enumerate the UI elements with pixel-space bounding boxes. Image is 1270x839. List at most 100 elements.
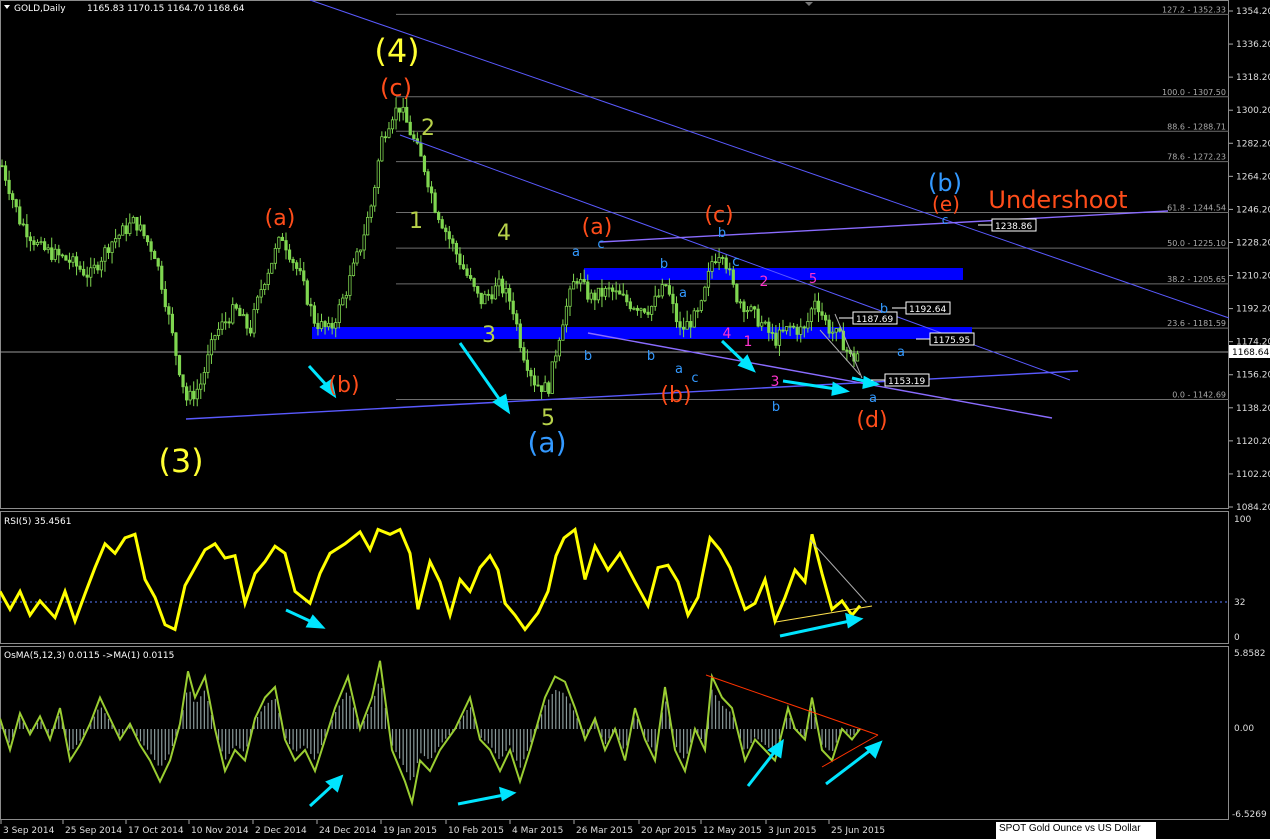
candle-body — [348, 275, 352, 296]
candle-body — [32, 240, 36, 245]
candle-body — [653, 295, 657, 307]
candle-body — [600, 287, 604, 297]
wave-label: 2 — [760, 274, 769, 290]
candle-body — [490, 294, 494, 300]
osma-arrow-2 — [457, 793, 505, 806]
candle-body — [781, 329, 785, 332]
fib-level-label: 50.0 - 1225.10 — [1167, 239, 1226, 248]
rsi-trendline — [809, 539, 867, 603]
candle-body — [355, 251, 359, 264]
candle-body — [685, 321, 689, 330]
candle-body — [60, 254, 64, 257]
candle-body — [167, 306, 171, 315]
candle-body — [170, 313, 174, 334]
candle-body — [532, 375, 537, 386]
osma-line — [0, 660, 861, 807]
price-tag-label: 1153.19 — [888, 377, 925, 387]
candle-body — [586, 281, 590, 300]
price-tick-label: 1318.20 — [1236, 73, 1270, 83]
time-axis: 3 Sep 2014 25 Sep 2014 17 Oct 2014 10 Nov 2… — [0, 820, 885, 836]
candle-body — [614, 290, 618, 293]
candle-body — [245, 314, 249, 329]
candle-body — [788, 325, 792, 328]
time-tick-label: 25 Sep 2014 — [65, 826, 122, 836]
osma-arrow-3 — [746, 749, 778, 787]
candle-body — [451, 238, 455, 244]
candle-body — [110, 241, 114, 253]
candle-body — [522, 347, 526, 361]
candle-body — [508, 288, 512, 302]
candle-body — [468, 275, 473, 279]
candle-body — [405, 106, 409, 123]
time-tick-label: 12 May 2015 — [703, 826, 762, 836]
candle-body — [96, 264, 100, 271]
rsi-tick-0: 0 — [1234, 633, 1240, 643]
candle-body — [252, 309, 256, 334]
candle-body — [745, 310, 750, 313]
osma-arrow-4 — [825, 747, 873, 786]
candle-body — [756, 308, 760, 327]
candle-body — [177, 355, 182, 376]
candle-body — [302, 270, 306, 282]
candle-body — [156, 258, 160, 267]
candle-body — [554, 355, 558, 363]
wave-label: c — [597, 237, 604, 252]
wave-label: 4 — [497, 221, 511, 246]
candle-body — [35, 241, 40, 245]
wave-label: (c) — [704, 203, 733, 228]
candle-body — [266, 272, 270, 285]
time-tick-label: 10 Feb 2015 — [448, 826, 504, 836]
ohlc-label: 1165.83 1170.15 1164.70 1168.64 — [87, 4, 245, 14]
scroll-marker-icon — [805, 2, 813, 6]
candle-body — [611, 287, 615, 292]
rsi-pane: RSI(5) 35.4561 100 32 0 — [0, 515, 1251, 643]
candle-body — [440, 219, 444, 229]
candle-body — [344, 295, 348, 299]
candle-body — [43, 241, 47, 251]
time-tick-label: 4 Mar 2015 — [512, 826, 563, 836]
candle-body — [39, 241, 43, 244]
rsi-arrow-2 — [779, 619, 851, 638]
candle-body — [181, 374, 185, 388]
price-tick-label: 1084.20 — [1236, 503, 1270, 513]
candle-body — [642, 308, 647, 313]
candle-body — [845, 349, 849, 352]
candle-body — [128, 222, 132, 234]
rsi-tick-100: 100 — [1234, 515, 1251, 525]
wave-label: 4 — [723, 326, 732, 342]
candle-body — [149, 241, 153, 252]
candle-body — [248, 327, 253, 334]
candle-body — [390, 119, 395, 130]
candle-body — [447, 231, 451, 240]
candle-body — [824, 314, 828, 321]
candle-body — [28, 236, 33, 242]
candle-body — [163, 288, 167, 308]
chart-window[interactable]: GOLD,Daily 1165.83 1170.15 1164.70 1168.… — [0, 0, 1270, 839]
candle-body — [458, 253, 462, 266]
wave-label: a — [572, 245, 580, 260]
time-tick-label: 10 Nov 2014 — [191, 826, 249, 836]
candle-body — [518, 323, 522, 348]
symbol-label: GOLD,Daily — [14, 4, 66, 14]
chart-header: GOLD,Daily 1165.83 1170.15 1164.70 1168.… — [4, 2, 813, 14]
candle-body — [731, 269, 735, 285]
candle-body — [277, 236, 281, 249]
candle-body — [280, 236, 285, 241]
candle-body — [607, 287, 611, 290]
wave-label: (c) — [380, 74, 412, 102]
wave-label: (b) — [328, 373, 359, 398]
wave-label: c — [942, 213, 949, 227]
candle-body — [536, 384, 540, 387]
dropdown-icon[interactable] — [4, 5, 10, 9]
candle-body — [433, 192, 437, 213]
current-price-label: 1168.64 — [1232, 348, 1269, 358]
candle-body — [408, 121, 412, 136]
candle-body — [706, 270, 711, 288]
candle-body — [806, 321, 810, 329]
candle-body — [206, 354, 210, 373]
wave-label: 1 — [409, 209, 423, 234]
candle-body — [497, 278, 501, 287]
candle-body — [767, 321, 771, 333]
candle-body — [224, 321, 228, 324]
time-tick-label: 2 Dec 2014 — [255, 826, 307, 836]
